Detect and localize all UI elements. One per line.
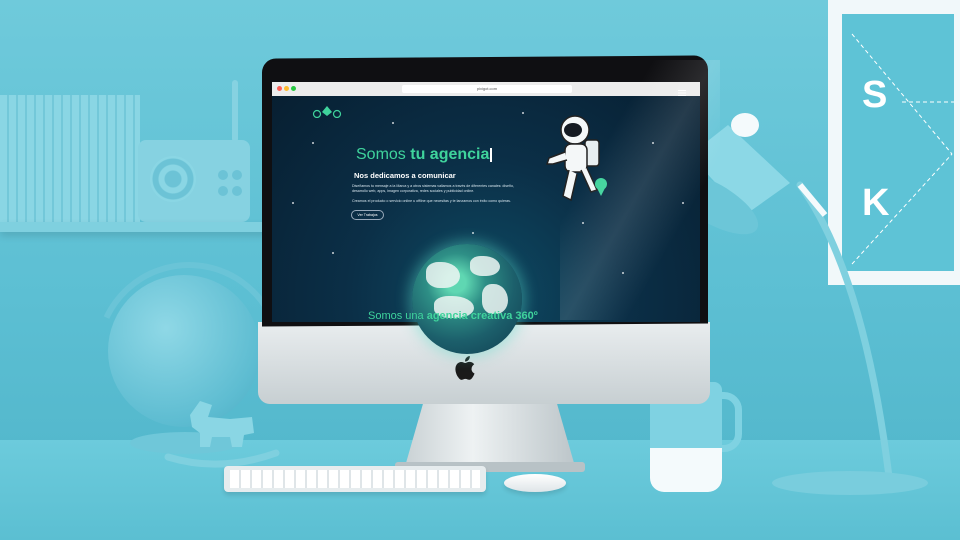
site-tagline: Somos una agencia creativa 360º [368,310,538,322]
screen-glare [560,60,720,320]
hero-body-text: Diseñamos tu mensaje a la Marca y a otro… [352,184,514,193]
imac-stand [404,398,576,470]
address-bar[interactable]: pixigot.com [402,85,572,93]
keyboard [224,466,486,492]
keyboard-keys [230,470,480,488]
wall-shelf [0,222,300,232]
speaker-knob [232,170,242,180]
tagline-regular: Somos una [368,310,427,322]
hero-body-text-secondary: Creamos el producto o servicio online u … [352,199,511,203]
typing-cursor [490,147,492,162]
hero-title-bold: tu agencia [410,146,490,163]
speaker-cone [150,156,196,202]
site-logo-icon[interactable] [312,104,342,118]
hero-subtitle: Nos dedicamos a comunicar [354,171,456,180]
minimize-window-icon[interactable] [284,86,289,91]
speaker-radio [138,140,250,222]
hero-title: Somos tu agencia [356,146,492,164]
rocking-horse-toy [164,401,280,468]
view-work-button[interactable]: Ver Trabajos [351,210,384,220]
apple-logo-icon [455,356,475,380]
speaker-knob [232,186,242,196]
close-window-icon[interactable] [277,86,282,91]
tagline-bold: agencia creativa 360º [426,310,538,322]
magic-mouse [504,474,566,492]
hero-title-regular: Somos [356,146,411,163]
book-stack [0,95,140,222]
speaker-knob [218,170,228,180]
zoom-window-icon[interactable] [291,86,296,91]
speaker-knob [218,186,228,196]
desk-scene: S K pixigot.com Somos tu agencia Nos ded… [0,0,960,540]
radio-antenna [232,80,238,142]
earth-planet [412,244,522,354]
